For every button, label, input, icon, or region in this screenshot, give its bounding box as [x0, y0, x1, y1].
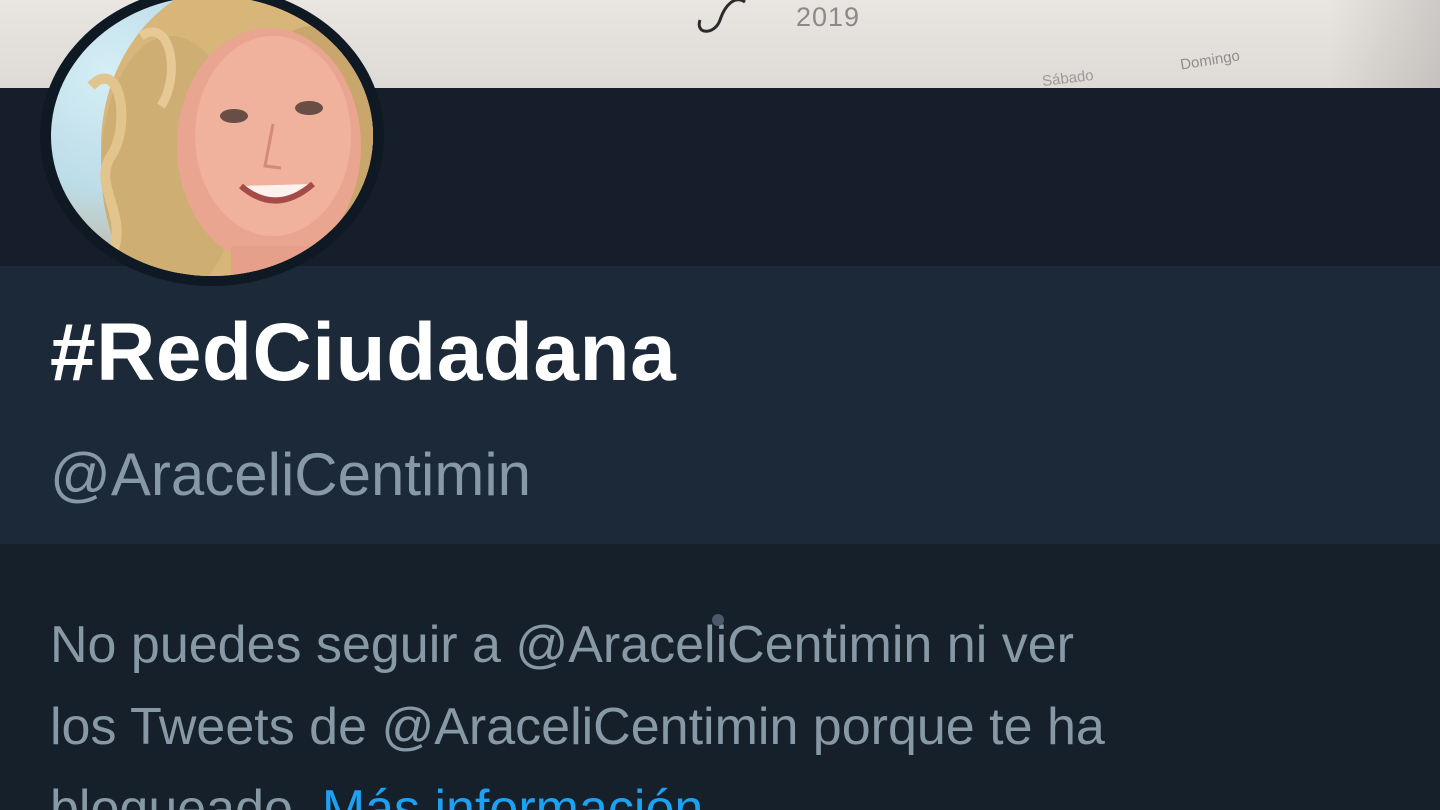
profile-handle: @AraceliCentimin — [50, 441, 532, 508]
avatar-photo — [51, 0, 373, 276]
more-info-link[interactable]: Más información — [322, 780, 703, 810]
blocked-message: No puedes seguir a @AraceliCentimin ni v… — [50, 604, 1410, 810]
banner-script-decoration — [697, 0, 746, 33]
touch-indicator-dot — [712, 614, 724, 626]
banner-year: 2019 — [796, 2, 861, 32]
blocked-message-line-1: No puedes seguir a @AraceliCentimin ni v… — [50, 616, 1074, 674]
profile-display-name: #RedCiudadana — [50, 307, 677, 398]
banner-day-right: Domingo — [1179, 47, 1241, 74]
blocked-notice: No puedes seguir a @AraceliCentimin ni v… — [0, 544, 1440, 810]
blocked-message-suffix: bloqueado. — [50, 780, 322, 810]
banner-shade — [1330, 0, 1440, 88]
profile-page: 2019 Sábado Domingo #RedCiudadana @Arace… — [0, 0, 1440, 810]
avatar-portrait — [87, 0, 373, 276]
blocked-message-line-2: los Tweets de @AraceliCentimin porque te… — [50, 698, 1105, 756]
blocked-message-line-3: bloqueado. Más información — [50, 768, 1410, 810]
avatar[interactable] — [40, 0, 384, 286]
banner-day-left: Sábado — [1041, 66, 1095, 88]
